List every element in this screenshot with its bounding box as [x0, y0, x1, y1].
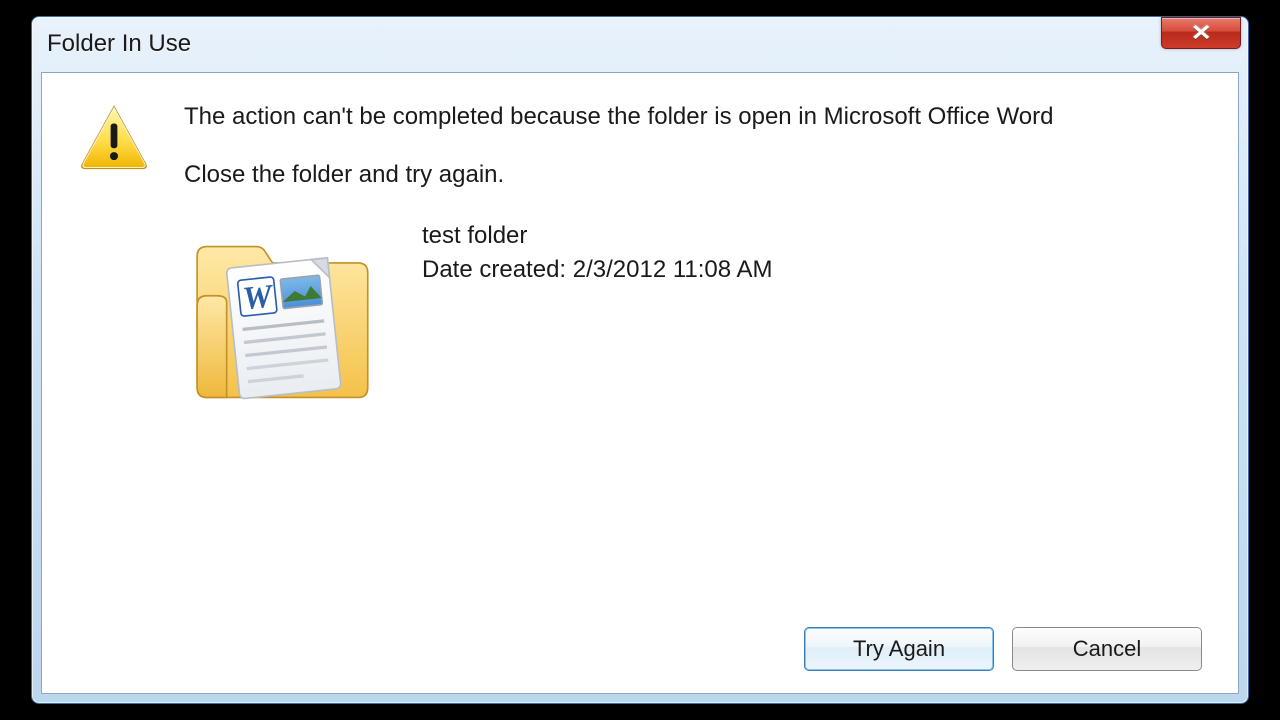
cancel-button[interactable]: Cancel: [1012, 627, 1202, 671]
dialog-window: Folder In Use ✕: [31, 16, 1249, 704]
message-text-block: The action can't be completed because th…: [184, 101, 1054, 189]
folder-icon: W: [184, 217, 394, 427]
sub-message-text: Close the folder and try again.: [184, 161, 1054, 189]
main-message-text: The action can't be completed because th…: [184, 101, 1054, 133]
message-row: The action can't be completed because th…: [78, 101, 1202, 189]
titlebar: Folder In Use ✕: [41, 26, 1239, 72]
button-row: Try Again Cancel: [78, 627, 1202, 675]
close-icon: ✕: [1190, 22, 1211, 44]
client-area: The action can't be completed because th…: [41, 72, 1239, 694]
item-meta: test folder Date created: 2/3/2012 11:08…: [422, 217, 772, 286]
warning-icon: [78, 101, 150, 173]
try-again-button[interactable]: Try Again: [804, 627, 994, 671]
item-date-created-text: Date created: 2/3/2012 11:08 AM: [422, 253, 772, 287]
close-button[interactable]: ✕: [1161, 17, 1241, 49]
item-name-text: test folder: [422, 219, 772, 253]
window-title: Folder In Use: [41, 26, 197, 58]
item-row: W test folde: [184, 217, 1202, 427]
